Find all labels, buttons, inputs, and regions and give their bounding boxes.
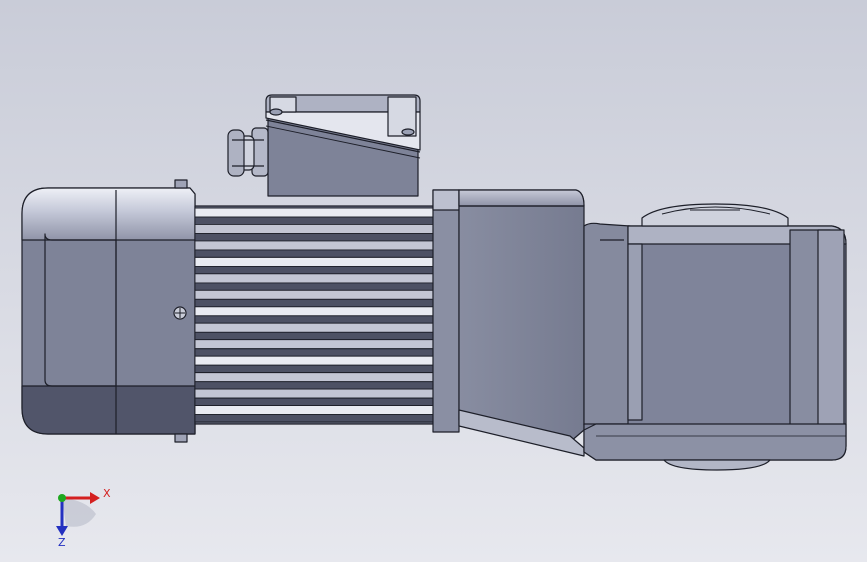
- gear-housing[interactable]: [458, 189, 847, 471]
- cooling-fin: [194, 207, 434, 218]
- adapter-flange[interactable]: [432, 189, 460, 433]
- cooling-fin-groove: [194, 331, 434, 341]
- gear-housing-step: [583, 222, 631, 426]
- x-axis-label: X: [103, 487, 111, 500]
- cooling-fin-groove: [194, 315, 434, 324]
- cooling-fin: [194, 273, 434, 284]
- cooling-fin-groove: [194, 282, 434, 291]
- cooling-fin-groove: [194, 348, 434, 357]
- cooling-fin-groove: [194, 265, 434, 275]
- cooling-fin: [194, 339, 434, 350]
- fan-cover-top-highlight: [21, 187, 196, 241]
- gear-housing-neck-top: [458, 189, 585, 207]
- cooling-fin-groove: [194, 364, 434, 374]
- cooling-fin-groove: [194, 233, 434, 242]
- cooling-fin-groove: [194, 381, 434, 390]
- cooling-fin: [194, 355, 434, 366]
- cooling-fin: [194, 256, 434, 267]
- flange-top-lip: [432, 189, 460, 211]
- fan-cover[interactable]: [21, 179, 196, 443]
- cooling-fin: [194, 306, 434, 317]
- cooling-fin-groove: [194, 216, 434, 225]
- flange-plate: [432, 189, 460, 433]
- cooling-fin-groove: [194, 414, 434, 423]
- y-axis-point: [58, 494, 66, 502]
- cooling-fin: [194, 322, 434, 333]
- cooling-fin: [194, 289, 434, 300]
- cad-viewport[interactable]: X Z: [0, 0, 867, 562]
- cooling-fin-groove: [194, 298, 434, 308]
- cooling-fin: [194, 224, 434, 234]
- output-base-rail: [583, 423, 847, 461]
- fan-cover-bottom-shadow: [21, 385, 196, 435]
- gear-housing-neck: [458, 189, 585, 443]
- fan-cover-nub-bottom: [174, 433, 188, 443]
- cooling-fin-groove: [194, 397, 434, 406]
- motor-housing[interactable]: [194, 205, 434, 425]
- cooling-fin: [194, 405, 434, 416]
- cooling-fin: [194, 372, 434, 383]
- cooling-fin-groove: [194, 249, 434, 258]
- fan-cover-nub-top: [174, 179, 188, 189]
- cooling-fins: [194, 207, 434, 423]
- output-pillar-left: [627, 243, 643, 421]
- z-axis-label: Z: [58, 536, 66, 549]
- cooling-fin: [194, 240, 434, 251]
- model-canvas[interactable]: X Z: [0, 0, 867, 562]
- cooling-fin: [194, 388, 434, 399]
